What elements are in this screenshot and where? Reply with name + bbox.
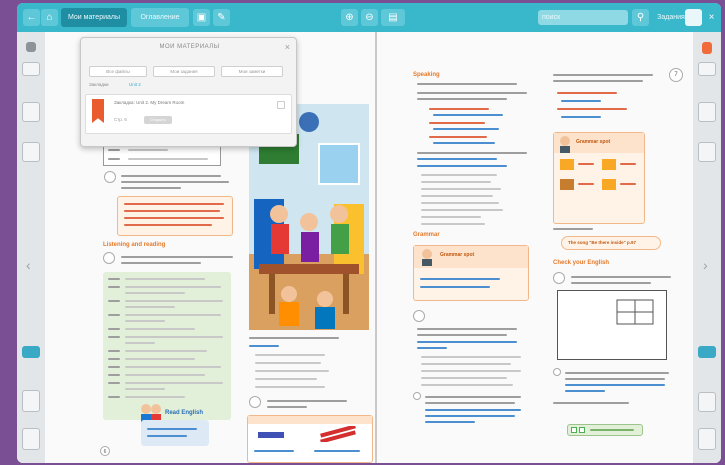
exercise-number xyxy=(249,396,261,408)
word-table xyxy=(103,144,221,166)
settings-icon[interactable] xyxy=(685,9,702,26)
contents-button[interactable]: Оглавление xyxy=(131,8,189,27)
dialogue-box xyxy=(103,272,231,420)
song-link[interactable]: The song "Be there inside" p.97 xyxy=(561,236,661,250)
item-title: Закладка: Unit 2. My Dream Room xyxy=(114,100,185,105)
exercise-number xyxy=(413,310,425,322)
page-marker-badge[interactable] xyxy=(698,346,716,358)
right-page: Speaking Grammar Grammar spot 7 Grammar … xyxy=(377,32,693,463)
toolbar: ← ⌂ Мои материалы Оглавление ▣ ✎ ⊕ ⊖ ▤ п… xyxy=(17,3,721,32)
word-box xyxy=(117,196,233,236)
page-number: 6 xyxy=(100,446,110,456)
page-marker-badge[interactable] xyxy=(22,346,40,358)
read-english-box xyxy=(141,420,209,446)
my-materials-button[interactable]: Мои материалы xyxy=(61,8,127,27)
grammar-spot-box: Grammar spot xyxy=(413,245,529,301)
popup-title: МОИ МАТЕРИАЛЫ xyxy=(159,44,220,50)
paperclip-icon[interactable] xyxy=(698,102,716,122)
open-button[interactable]: Открыть xyxy=(144,116,172,124)
zoom-in-icon[interactable]: ⊕ xyxy=(341,9,358,26)
exercise-number xyxy=(553,368,561,376)
song-label: The song "Be there inside" p.97 xyxy=(568,240,637,245)
note-icon[interactable] xyxy=(22,62,40,76)
folder-icon[interactable] xyxy=(22,142,40,162)
exercise-number xyxy=(413,392,421,400)
remember-box xyxy=(247,415,373,463)
right-side-panel: › xyxy=(693,32,721,463)
pen-icon[interactable]: ✎ xyxy=(213,9,230,26)
page-view-icon[interactable]: ▤ xyxy=(381,9,405,26)
bookmark-icon[interactable]: ▣ xyxy=(193,9,210,26)
filter-dropdown[interactable]: Unit 2 xyxy=(129,82,141,87)
close-icon[interactable]: × xyxy=(285,42,290,52)
prepositions-box: Grammar spot xyxy=(553,132,645,224)
drawing-frame[interactable] xyxy=(557,290,667,360)
folder-icon[interactable] xyxy=(698,142,716,162)
my-materials-popup: МОИ МАТЕРИАЛЫ × Все файлы Мои задания Мо… xyxy=(80,37,297,147)
audio-icon[interactable] xyxy=(698,392,716,412)
section-heading: Check your English xyxy=(553,260,610,266)
bookmark-icon xyxy=(92,99,104,123)
tab-my-tasks[interactable]: Мои задания xyxy=(153,66,215,77)
delete-icon[interactable] xyxy=(277,101,285,109)
left-side-panel: ‹ xyxy=(17,32,45,463)
tab-my-notes[interactable]: Мои заметки xyxy=(221,66,283,77)
active-bookmark-icon[interactable] xyxy=(702,42,712,54)
search-icon[interactable]: ⚲ xyxy=(632,9,649,26)
section-heading: Speaking xyxy=(413,72,440,78)
section-label: Закладки xyxy=(89,82,109,87)
back-icon[interactable]: ← xyxy=(23,9,40,26)
folder-icon[interactable] xyxy=(698,428,716,450)
section-heading: Grammar xyxy=(413,232,440,238)
section-heading: Listening and reading xyxy=(103,242,166,248)
reader-window: ← ⌂ Мои материалы Оглавление ▣ ✎ ⊕ ⊖ ▤ п… xyxy=(17,3,721,463)
next-page-icon[interactable]: › xyxy=(703,257,708,273)
read-english-title: Read English xyxy=(165,410,204,416)
progress-check[interactable] xyxy=(567,424,643,436)
exercise-number xyxy=(553,272,565,284)
prepositions-title: Grammar spot xyxy=(576,139,611,145)
paperclip-icon[interactable] xyxy=(22,102,40,122)
note-icon[interactable] xyxy=(698,62,716,76)
home-icon[interactable]: ⌂ xyxy=(41,9,58,26)
page-number: 7 xyxy=(669,68,683,82)
zoom-out-icon[interactable]: ⊖ xyxy=(361,9,378,26)
item-page: Стр. 6 xyxy=(114,117,127,122)
prev-page-icon[interactable]: ‹ xyxy=(26,257,31,273)
close-icon[interactable]: × xyxy=(703,9,720,26)
bookmark-ribbon-icon[interactable] xyxy=(26,42,36,52)
exercise-number xyxy=(104,171,116,183)
tasks-button[interactable]: Задания xyxy=(657,8,685,27)
tab-all-files[interactable]: Все файлы xyxy=(89,66,147,77)
audio-icon[interactable] xyxy=(22,428,40,450)
puzzle-icon[interactable] xyxy=(22,390,40,412)
search-input[interactable]: поиск xyxy=(538,10,628,25)
material-item[interactable]: Закладка: Unit 2. My Dream Room Стр. 6 О… xyxy=(85,94,292,134)
exercise-number xyxy=(103,252,115,264)
grammar-spot-title: Grammar spot xyxy=(440,252,475,258)
